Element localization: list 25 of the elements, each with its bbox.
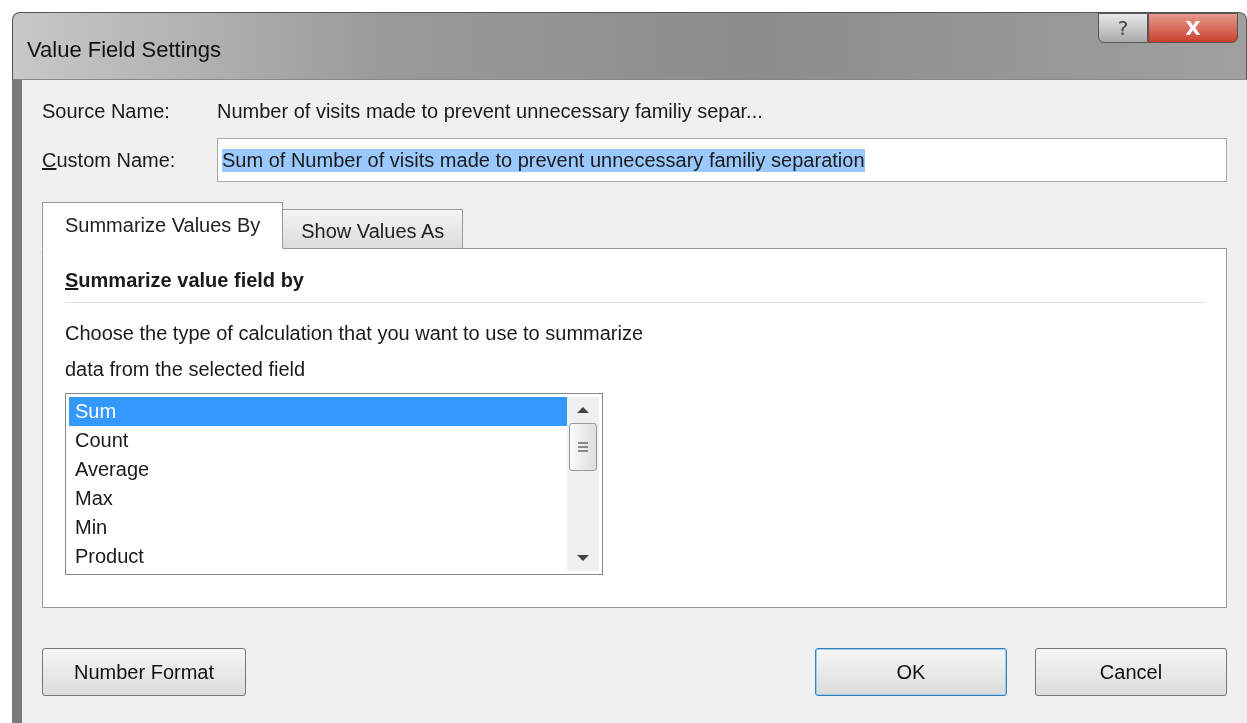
window-title: Value Field Settings bbox=[27, 37, 222, 63]
grip-icon bbox=[577, 441, 589, 453]
tab[interactable]: Summarize Values By bbox=[42, 202, 284, 249]
scroll-up-icon[interactable] bbox=[576, 405, 590, 415]
list-item[interactable]: Count bbox=[69, 426, 567, 455]
description-text: data from the selected field bbox=[65, 357, 307, 382]
scroll-thumb[interactable] bbox=[569, 423, 597, 471]
list-item[interactable]: Max bbox=[69, 484, 567, 513]
source-name-label: Source Name: bbox=[42, 99, 171, 123]
scrollbar[interactable] bbox=[567, 397, 599, 571]
scroll-down-icon[interactable] bbox=[576, 553, 590, 563]
dialog-button[interactable]: Cancel bbox=[1035, 648, 1227, 696]
help-button[interactable]: ? bbox=[1098, 13, 1148, 43]
list-item[interactable]: Min bbox=[69, 513, 567, 542]
calculation-listbox[interactable]: Sum Count Average Max Min Product bbox=[65, 393, 603, 575]
tab[interactable]: Show Values As bbox=[283, 209, 464, 249]
custom-name-label: Custom Name: bbox=[42, 148, 177, 172]
source-name-value: Number of visits made to prevent unnecessary familiy separ... bbox=[217, 99, 763, 123]
dialog-button[interactable]: Number Format bbox=[42, 648, 246, 696]
custom-name-field[interactable]: Sum of Number of visits made to prevent unnecessary familiy separation bbox=[217, 138, 1227, 182]
description-text: Choose the type of calculation that you want to use to summarize bbox=[65, 321, 645, 346]
section-heading: Summarize value field by bbox=[65, 269, 305, 292]
dialog-button[interactable]: OK bbox=[815, 648, 1007, 696]
list-item[interactable]: Product bbox=[69, 542, 567, 571]
list-item[interactable]: Average bbox=[69, 455, 567, 484]
